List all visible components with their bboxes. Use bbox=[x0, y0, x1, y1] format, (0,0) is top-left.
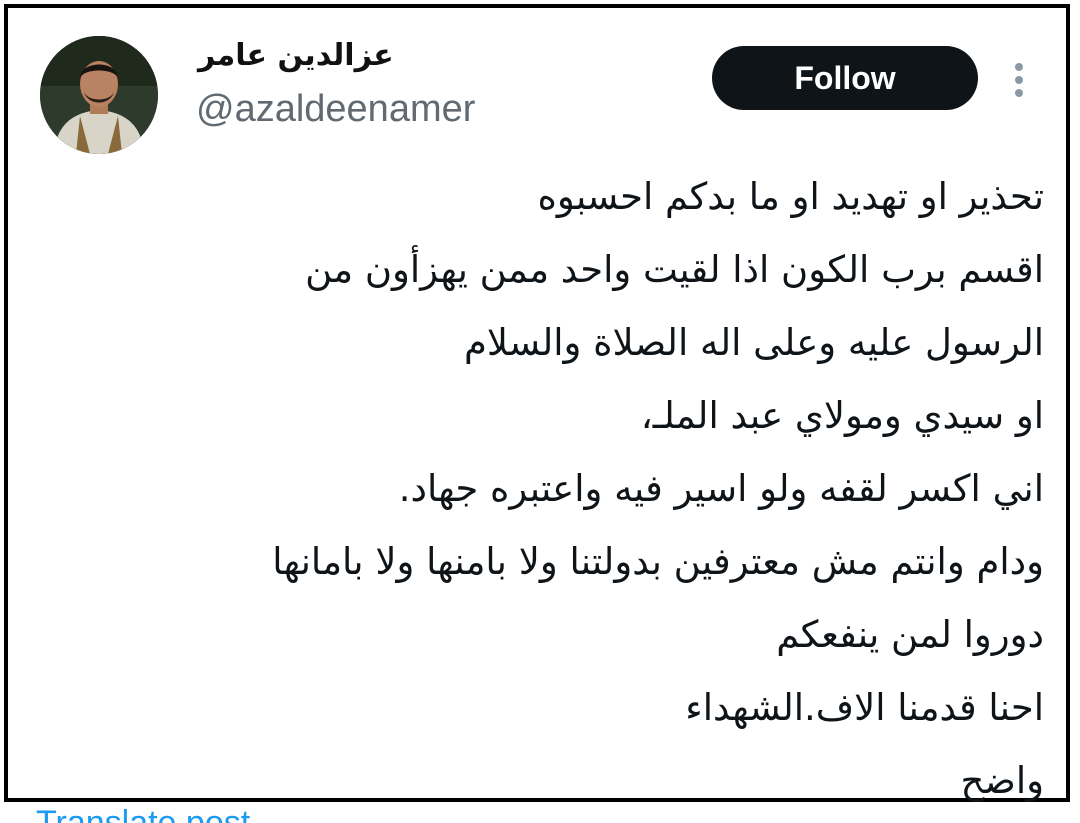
tweet-line: تحذير او تهديد او ما بدكم احسبوه bbox=[537, 175, 1044, 218]
tweet-text: تحذير او تهديد او ما بدكم احسبوه اقسم بر… bbox=[34, 160, 1044, 817]
tweet-line: ودام وانتم مش معترفين بدولتنا ولا بامنها… bbox=[272, 540, 1044, 583]
translate-post-link[interactable]: Translate post bbox=[36, 803, 250, 823]
more-options-button[interactable] bbox=[1004, 58, 1034, 102]
tweet-card: عزالدين عامر @azaldeenamer Follow تحذير … bbox=[4, 4, 1070, 802]
tweet-line: دوروا لمن ينفعكم bbox=[776, 613, 1044, 656]
tweet-line: او سيدي ومولاي عبد الملـ، bbox=[640, 394, 1044, 437]
avatar[interactable] bbox=[40, 36, 158, 154]
tweet-line: احنا قدمنا الاف.الشهداء bbox=[685, 686, 1044, 729]
avatar-image bbox=[40, 36, 158, 154]
tweet-line: الرسول عليه وعلى اله الصلاة والسلام bbox=[463, 321, 1044, 364]
follow-button[interactable]: Follow bbox=[712, 46, 978, 110]
vertical-dots-icon bbox=[1015, 63, 1023, 97]
tweet-line: اقسم برب الكون اذا لقيت واحد ممن يهزأون … bbox=[305, 248, 1044, 291]
tweet-line: اني اكسر لقفه ولو اسير فيه واعتبره جهاد. bbox=[398, 467, 1044, 510]
display-name[interactable]: عزالدين عامر bbox=[198, 38, 394, 73]
username-handle[interactable]: @azaldeenamer bbox=[196, 88, 475, 131]
